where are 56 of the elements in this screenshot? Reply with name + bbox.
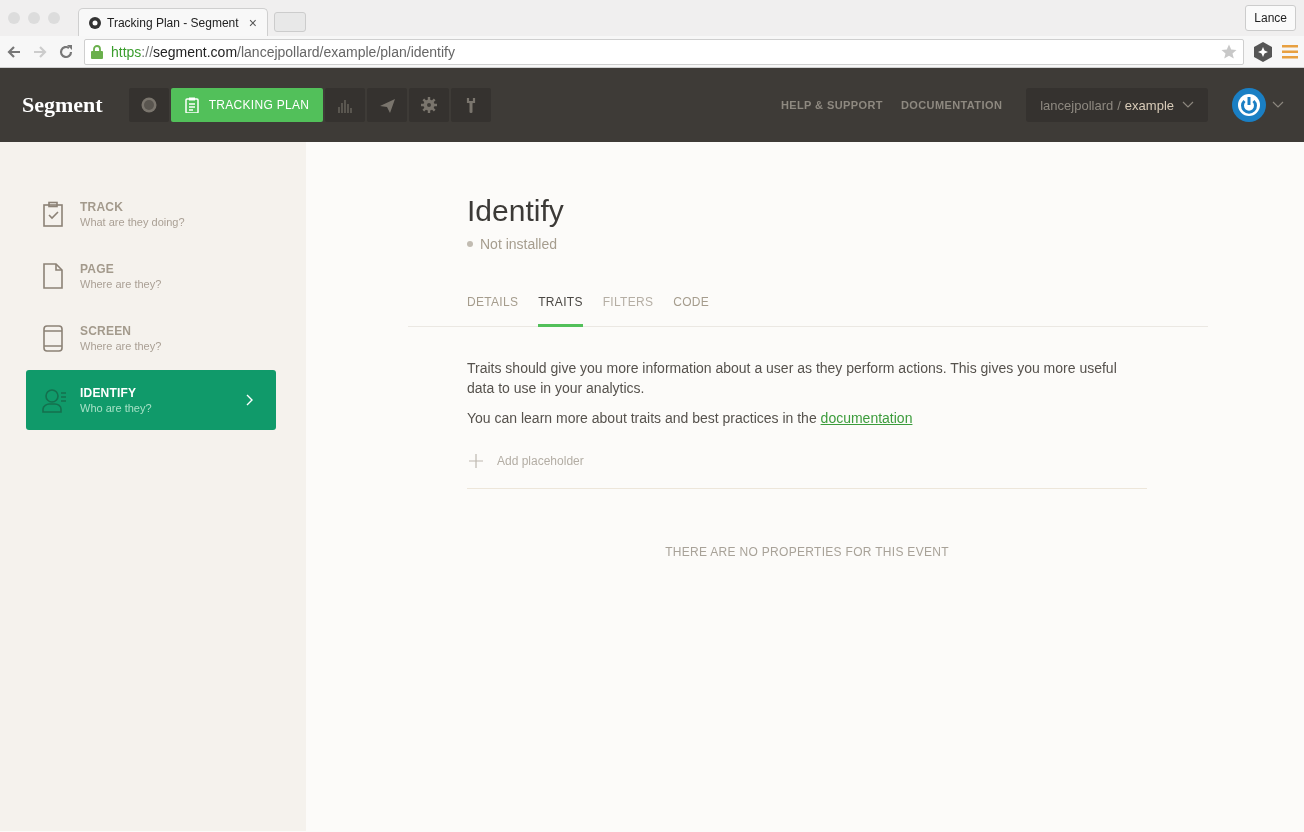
tab[interactable]: DETAILS	[467, 292, 519, 327]
tracking-plan-tab[interactable]: TRACKING PLAN	[170, 88, 324, 122]
chevron-down-icon	[1182, 101, 1194, 109]
paper-plane-icon	[379, 97, 396, 113]
documentation-link[interactable]: documentation	[820, 410, 913, 426]
header-link[interactable]: DOCUMENTATION	[900, 99, 1003, 111]
url-text: https://segment.com/lancejpollard/example/plan/identify	[111, 43, 455, 60]
plus-icon	[469, 454, 483, 468]
menu-icon[interactable]	[1282, 44, 1298, 59]
forward-icon[interactable]	[32, 43, 48, 60]
address-bar[interactable]: https://segment.com/lancejpollard/example/plan/identify	[84, 38, 1244, 65]
nav-button[interactable]	[325, 88, 366, 122]
segment-logo[interactable]: Segment	[22, 92, 103, 118]
sidebar-item-subtitle: Where are they?	[80, 340, 162, 352]
sidebar-item-subtitle: Who are they?	[80, 402, 152, 414]
back-icon[interactable]	[6, 43, 22, 60]
sidebar-item-label: PAGE	[80, 262, 115, 276]
chevron-right-icon	[246, 394, 254, 406]
sidebar-item[interactable]: TRACK What are they doing?	[26, 184, 276, 244]
extension-hexagon-icon[interactable]	[1254, 41, 1272, 62]
power-avatar-icon[interactable]	[1232, 88, 1266, 122]
workspace-selector[interactable]: lancejpollard / example	[1026, 88, 1208, 122]
sidebar-item-label: SCREEN	[80, 324, 133, 338]
bar-chart-icon	[337, 97, 354, 113]
browser-tab[interactable]: Tracking Plan - Segment ×	[78, 8, 268, 36]
status-dot-icon	[467, 241, 473, 247]
tab-favicon-icon	[89, 16, 101, 29]
learn-more-text: You can learn more about traits and best practices in the documentation	[467, 409, 914, 428]
add-placeholder-button[interactable]: Add placeholder	[467, 438, 1147, 489]
status-text: Not installed	[480, 236, 558, 252]
chevron-down-icon[interactable]	[1272, 101, 1284, 109]
tab[interactable]: TRAITS	[538, 292, 583, 327]
sidebar-item-subtitle: Where are they?	[80, 278, 162, 290]
settings-icon	[421, 97, 438, 113]
padlock-icon	[91, 44, 103, 59]
sidebar-item-label: IDENTIFY	[80, 386, 138, 400]
sidebar-item-label: TRACK	[80, 200, 124, 214]
sidebar-item-subtitle: What are they doing?	[80, 216, 185, 228]
sidebar-item[interactable]: PAGE Where are they?	[26, 246, 276, 306]
header-link[interactable]: HELP & SUPPORT	[780, 99, 883, 111]
star-icon[interactable]	[1221, 43, 1237, 60]
sidebar-item[interactable]: IDENTIFY Who are they?	[26, 370, 276, 430]
nav-button[interactable]	[451, 88, 492, 122]
page-title: Identify	[467, 194, 565, 228]
clipboard-icon	[184, 97, 201, 113]
empty-state-message: THERE ARE NO PROPERTIES FOR THIS EVENT	[664, 545, 950, 559]
nav-button[interactable]	[367, 88, 408, 122]
person-icon	[42, 386, 68, 414]
nav-button[interactable]	[409, 88, 450, 122]
reload-icon[interactable]	[58, 43, 74, 60]
nav-button[interactable]	[128, 88, 169, 122]
sidebar-item[interactable]: SCREEN Where are they?	[26, 308, 276, 368]
tab[interactable]: CODE	[673, 292, 710, 327]
target-icon	[140, 97, 157, 113]
profile-button[interactable]: Lance	[1245, 5, 1296, 31]
description-text: Traits should give you more information about a user as they perform actions. This gives you more useful data to use in your analytics.	[467, 359, 1118, 398]
